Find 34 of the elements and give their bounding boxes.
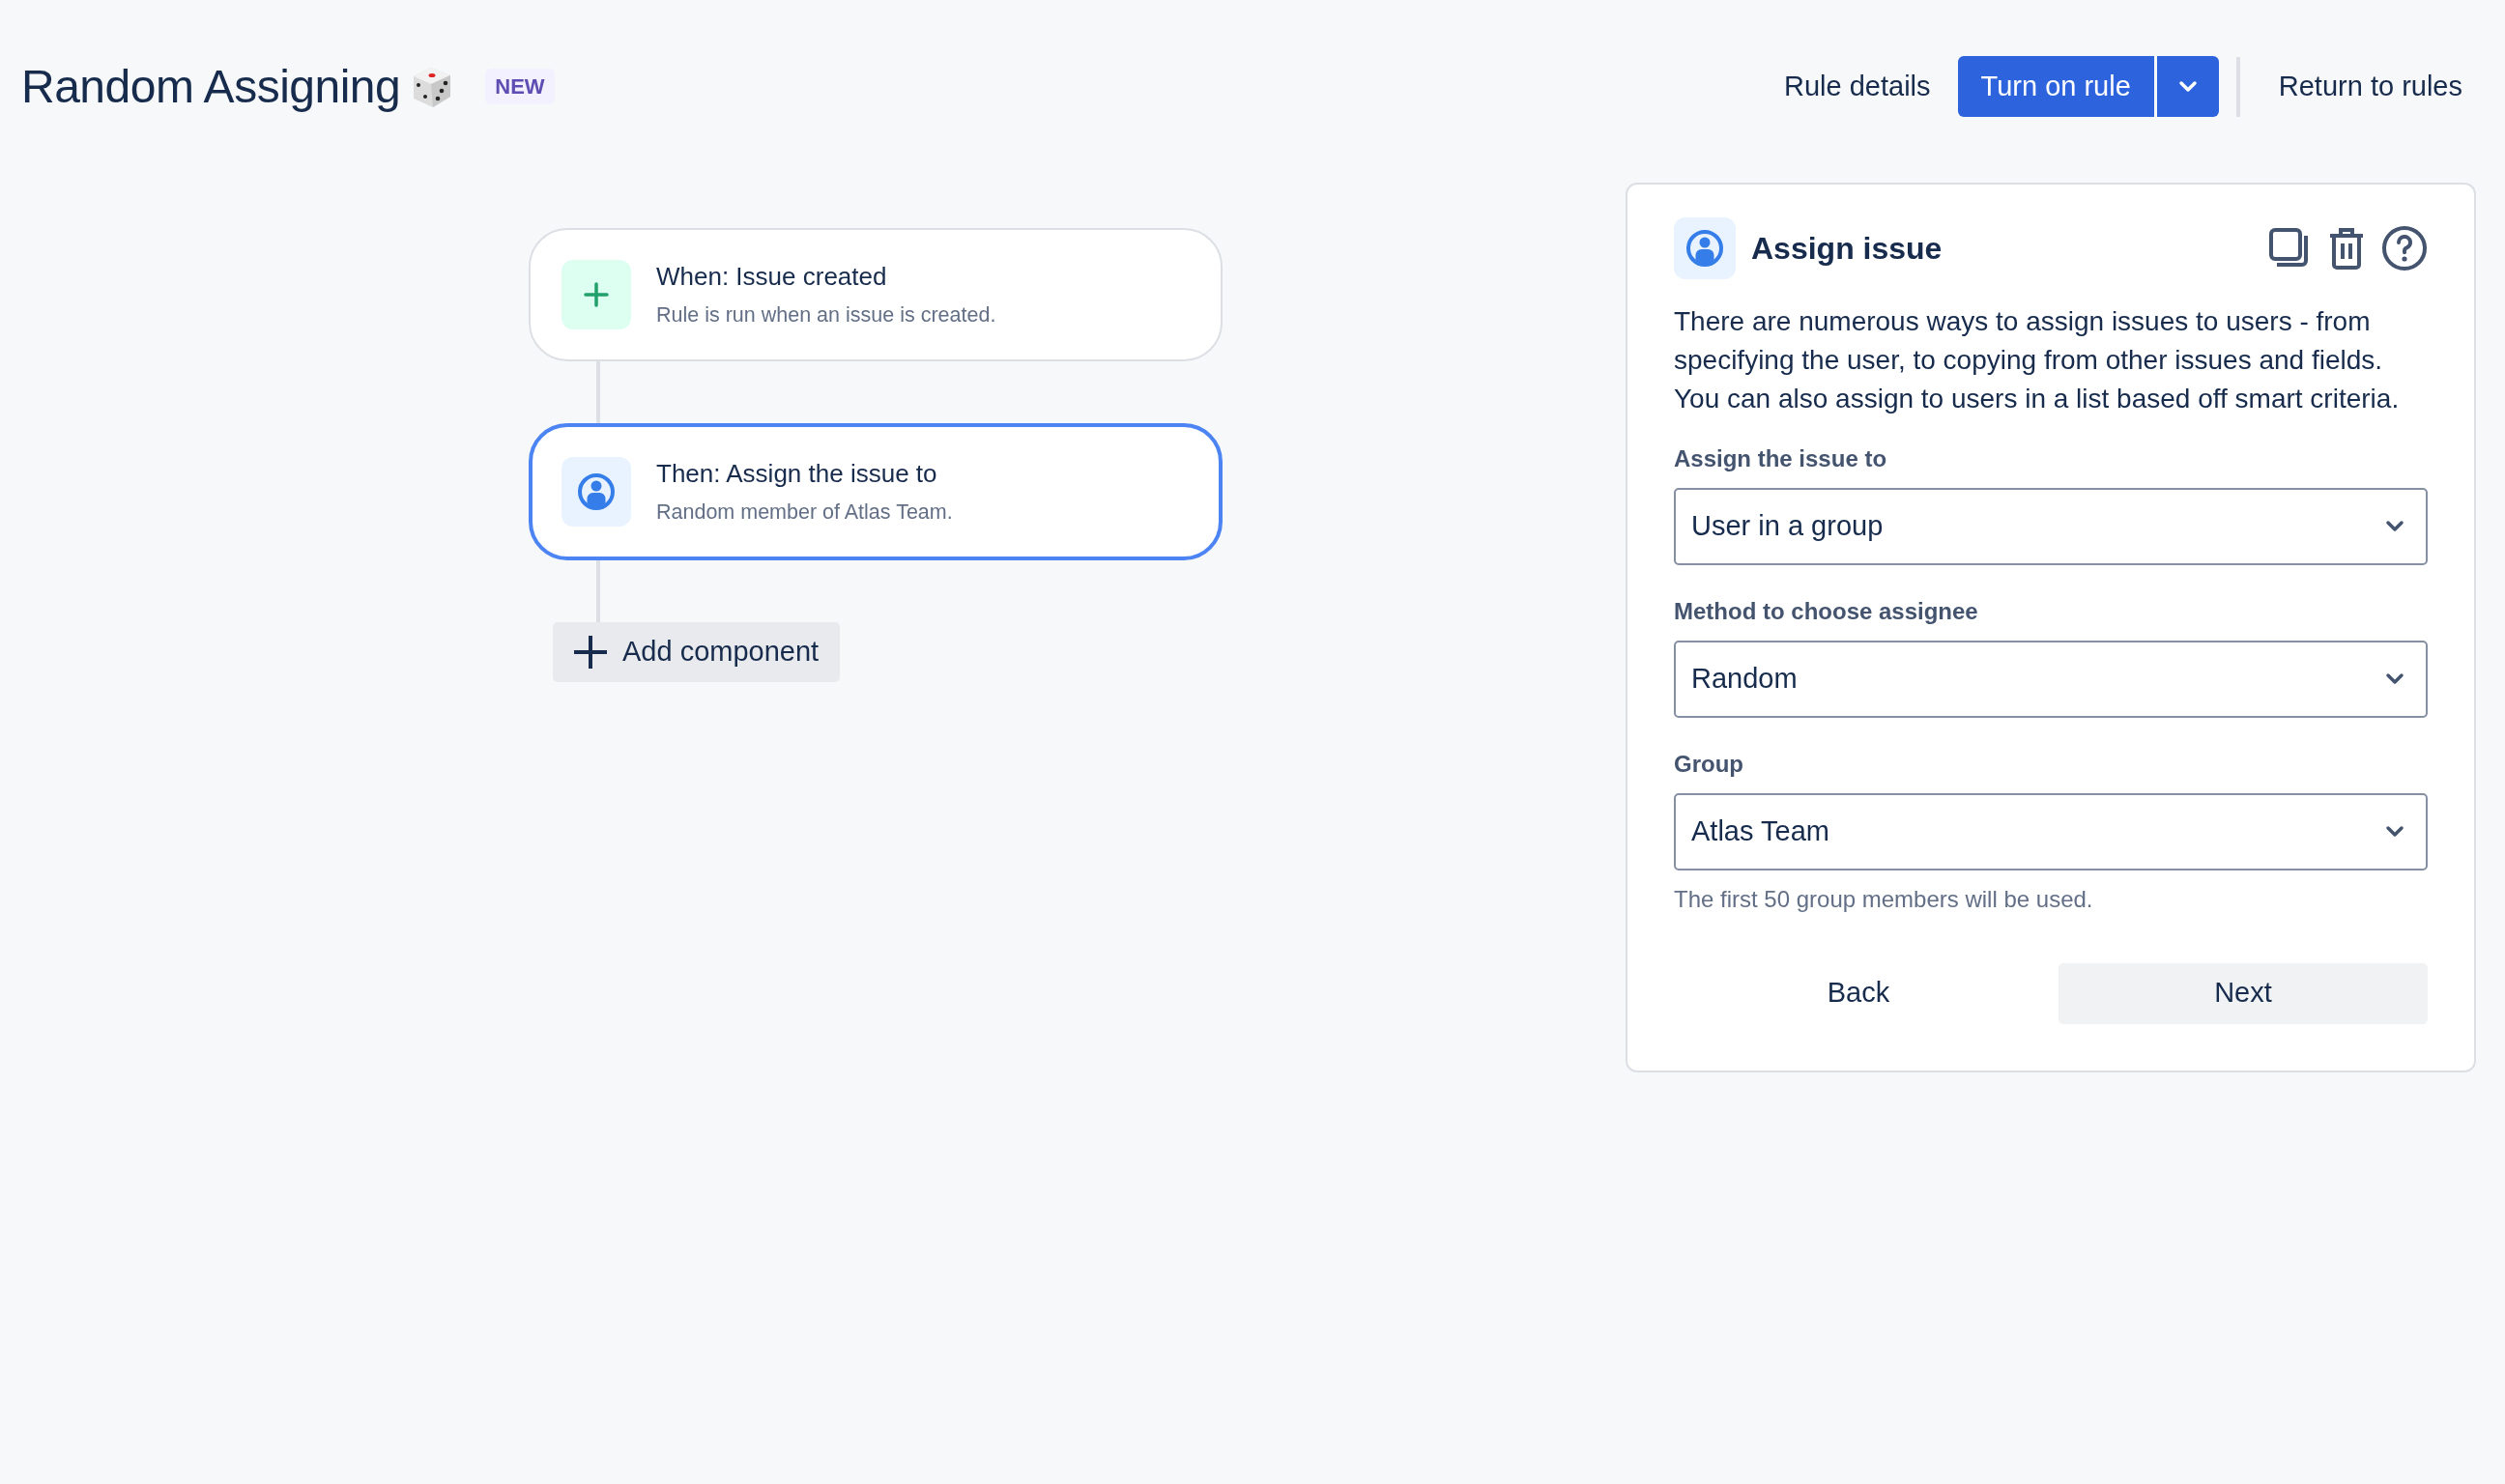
select-field[interactable]: Atlas Team: [1674, 792, 2428, 870]
node-description: Rule is run when an issue is created.: [656, 301, 996, 328]
return-link[interactable]: Return to rules: [2264, 56, 2476, 118]
field-label: Group: [1674, 749, 1744, 779]
node-title: Then: Assign the issue to: [656, 457, 938, 490]
rule-node[interactable]: When: Issue created Rule is run when an issue is created.: [529, 227, 1223, 361]
user-icon: [577, 471, 616, 511]
node-description: Random member of Atlas Team.: [656, 499, 953, 526]
panel-description: There are numerous ways to assign issues to users - from specifying the user, to copying from other issues and fields. You can also assign to users in a list based off smart criteria.: [1674, 304, 2401, 415]
panel-title: Assign issue: [1751, 229, 1944, 268]
page-title: Random Assigning: [21, 59, 401, 114]
node-title: When: Issue created: [656, 260, 888, 293]
dropdown-button[interactable]: [2156, 56, 2219, 118]
plus-icon: [572, 633, 609, 671]
caret-icon: [2385, 824, 2404, 839]
select-field[interactable]: Random: [1674, 640, 2428, 718]
rule-node[interactable]: Then: Assign the issue to Random member of Atlas Team.: [529, 422, 1223, 560]
helper-text: The first 50 group members will be used.: [1674, 884, 2094, 914]
trash-icon[interactable]: [2327, 225, 2366, 271]
next-button[interactable]: Next: [2059, 962, 2428, 1024]
caret-icon: [2385, 671, 2404, 686]
caret-icon: [2385, 519, 2404, 533]
select-field[interactable]: User in a group: [1674, 487, 2428, 565]
field-label: Method to choose assignee: [1674, 596, 1979, 626]
add-component-button[interactable]: Add component: [553, 621, 841, 682]
new-badge: NEW: [485, 69, 555, 105]
back-button[interactable]: Back: [1674, 962, 2043, 1024]
plus-icon: [583, 280, 610, 308]
caret-icon: [2177, 79, 2198, 94]
help-icon[interactable]: [2381, 224, 2428, 271]
turn-on-rule-button[interactable]: Turn on rule: [1957, 56, 2154, 118]
user-icon: [1685, 228, 1724, 268]
rule-details-link[interactable]: Rule details: [1771, 56, 1944, 118]
field-label: Assign the issue to: [1674, 443, 1888, 473]
